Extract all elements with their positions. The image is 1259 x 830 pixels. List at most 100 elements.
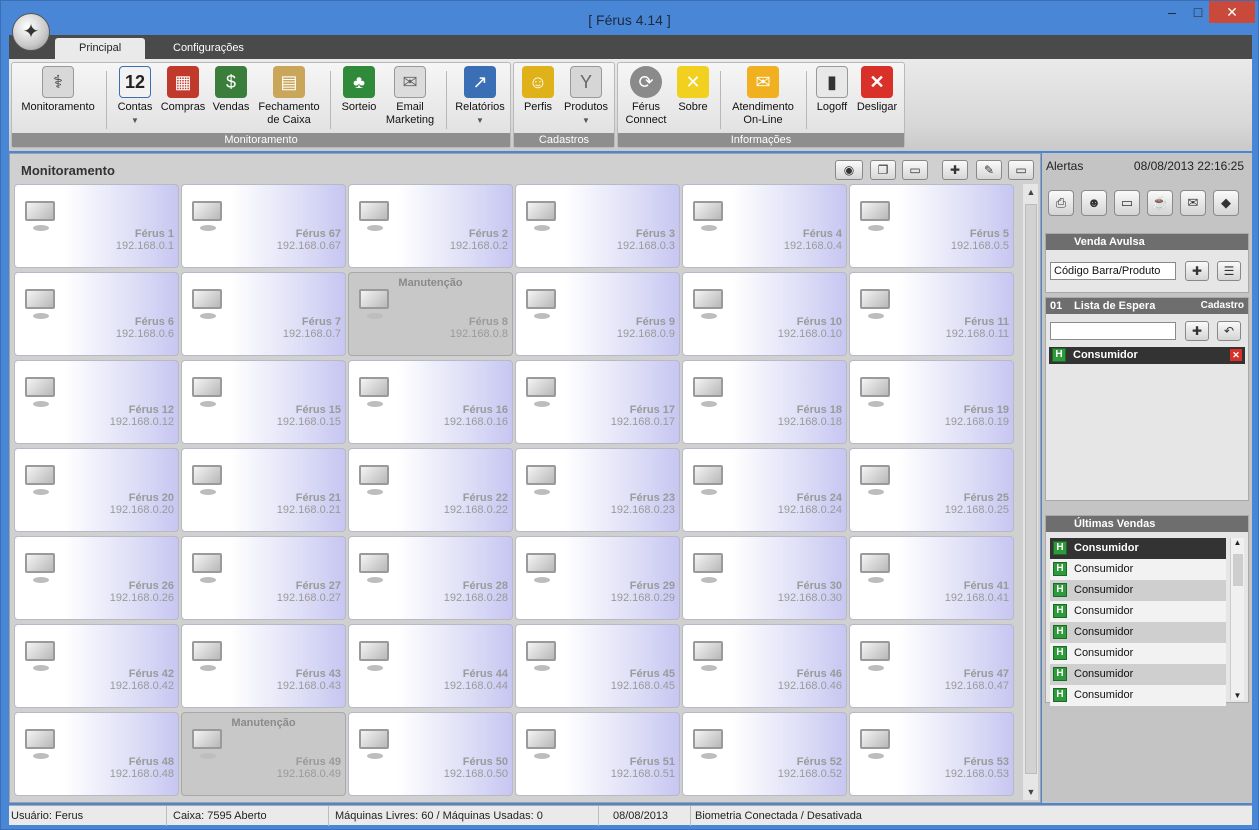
remove-machine-button[interactable]: ▭ — [1008, 160, 1034, 180]
machine-card[interactable]: Manutenção Férus 49 192.168.0.49 — [181, 712, 346, 796]
machine-card[interactable]: Férus 12 192.168.0.12 — [14, 360, 179, 444]
scroll-up-icon[interactable]: ▲ — [1231, 538, 1244, 547]
window-button[interactable]: ❐ — [870, 160, 896, 180]
machine-card[interactable]: Férus 10 192.168.0.10 — [682, 272, 847, 356]
vertical-scrollbar[interactable]: ▲ ▼ — [1022, 184, 1038, 800]
venda-row[interactable]: H Consumidor — [1050, 580, 1226, 601]
machine-card[interactable]: Férus 67 192.168.0.67 — [181, 184, 346, 268]
tab-configuracoes[interactable]: Configurações — [149, 38, 268, 59]
relatorios-button[interactable]: ↗ Relatórios ▼ — [452, 66, 508, 127]
machine-card[interactable]: Férus 26 192.168.0.26 — [14, 536, 179, 620]
venda-row[interactable]: H Consumidor — [1050, 664, 1226, 685]
ferus-connect-button[interactable]: ⟳ Férus Connect — [622, 66, 670, 127]
scroll-down-icon[interactable]: ▼ — [1231, 691, 1244, 700]
machine-card[interactable]: Férus 45 192.168.0.45 — [515, 624, 680, 708]
machine-card[interactable]: Férus 29 192.168.0.29 — [515, 536, 680, 620]
monitoramento-button[interactable]: ⚕ Monitoramento — [18, 66, 98, 114]
monitor-button[interactable]: ▭ — [902, 160, 928, 180]
machine-card[interactable]: Férus 7 192.168.0.7 — [181, 272, 346, 356]
produtos-button[interactable]: Y Produtos ▼ — [560, 66, 612, 127]
machine-card[interactable]: Férus 3 192.168.0.3 — [515, 184, 680, 268]
message-button[interactable]: ✉ — [1180, 190, 1206, 216]
contas-button[interactable]: 12 Contas ▼ — [112, 66, 158, 127]
machine-card[interactable]: Férus 46 192.168.0.46 — [682, 624, 847, 708]
cadastro-link[interactable]: Cadastro — [1201, 298, 1244, 314]
machine-card[interactable]: Férus 6 192.168.0.6 — [14, 272, 179, 356]
machine-card[interactable]: Férus 43 192.168.0.43 — [181, 624, 346, 708]
vendas-button[interactable]: $ Vendas — [208, 66, 254, 114]
machine-card[interactable]: Férus 44 192.168.0.44 — [348, 624, 513, 708]
lista-item[interactable]: H Consumidor ✕ — [1049, 347, 1245, 364]
machine-card[interactable]: Férus 50 192.168.0.50 — [348, 712, 513, 796]
machine-card[interactable]: Manutenção Férus 8 192.168.0.8 — [348, 272, 513, 356]
machine-card[interactable]: Férus 17 192.168.0.17 — [515, 360, 680, 444]
barcode-input[interactable]: Código Barra/Produto — [1050, 262, 1176, 280]
venda-row[interactable]: H Consumidor — [1050, 601, 1226, 622]
add-lista-button[interactable]: ✚ — [1185, 321, 1209, 341]
atendimento-online-button[interactable]: ✉ Atendimento On-Line — [726, 66, 800, 127]
tab-principal[interactable]: Principal — [55, 38, 146, 59]
machine-card[interactable]: Férus 51 192.168.0.51 — [515, 712, 680, 796]
machine-card[interactable]: Férus 5 192.168.0.5 — [849, 184, 1014, 268]
machine-card[interactable]: Férus 25 192.168.0.25 — [849, 448, 1014, 532]
desligar-button[interactable]: ✕ Desligar — [854, 66, 900, 114]
machine-card[interactable]: Férus 19 192.168.0.19 — [849, 360, 1014, 444]
sorteio-button[interactable]: ♣ Sorteio — [336, 66, 382, 114]
add-sale-button[interactable]: ✚ — [1185, 261, 1209, 281]
app-logo-icon[interactable]: ✦ — [12, 13, 50, 51]
logoff-button[interactable]: ▮ Logoff — [812, 66, 852, 114]
edit-machine-button[interactable]: ✎ — [976, 160, 1002, 180]
machine-card[interactable]: Férus 22 192.168.0.22 — [348, 448, 513, 532]
machine-card[interactable]: Férus 9 192.168.0.9 — [515, 272, 680, 356]
machine-card[interactable]: Férus 24 192.168.0.24 — [682, 448, 847, 532]
machine-card[interactable]: Férus 47 192.168.0.47 — [849, 624, 1014, 708]
list-sale-button[interactable]: ☰ — [1217, 261, 1241, 281]
warning-button[interactable]: ◆ — [1213, 190, 1239, 216]
venda-row[interactable]: H Consumidor — [1050, 622, 1226, 643]
compras-button[interactable]: ▦ Compras — [160, 66, 206, 114]
machine-card[interactable]: Férus 52 192.168.0.52 — [682, 712, 847, 796]
venda-row[interactable]: H Consumidor — [1050, 643, 1226, 664]
machine-card[interactable]: Férus 4 192.168.0.4 — [682, 184, 847, 268]
coffee-button[interactable]: ☕ — [1147, 190, 1173, 216]
add-machine-button[interactable]: ✚ — [942, 160, 968, 180]
machine-card[interactable]: Férus 53 192.168.0.53 — [849, 712, 1014, 796]
scroll-up-icon[interactable]: ▲ — [1025, 187, 1037, 197]
machine-card[interactable]: Férus 42 192.168.0.42 — [14, 624, 179, 708]
machine-card[interactable]: Férus 48 192.168.0.48 — [14, 712, 179, 796]
machine-card[interactable]: Férus 18 192.168.0.18 — [682, 360, 847, 444]
machine-card[interactable]: Férus 16 192.168.0.16 — [348, 360, 513, 444]
machine-card[interactable]: Férus 2 192.168.0.2 — [348, 184, 513, 268]
scroll-down-icon[interactable]: ▼ — [1025, 787, 1037, 797]
printer-button[interactable]: ⎙ — [1048, 190, 1074, 216]
scroll-thumb[interactable] — [1025, 204, 1037, 774]
machine-card[interactable]: Férus 23 192.168.0.23 — [515, 448, 680, 532]
venda-row[interactable]: H Consumidor — [1050, 538, 1226, 559]
machine-card[interactable]: Férus 15 192.168.0.15 — [181, 360, 346, 444]
fechamento-caixa-button[interactable]: ▤ Fechamento de Caixa — [256, 66, 322, 127]
email-marketing-button[interactable]: ✉ Email Marketing — [382, 66, 438, 127]
refresh-lista-button[interactable]: ↶ — [1217, 321, 1241, 341]
venda-row[interactable]: H Consumidor — [1050, 685, 1226, 706]
machine-card[interactable]: Férus 27 192.168.0.27 — [181, 536, 346, 620]
broadcast-button[interactable]: ◉ — [835, 160, 863, 180]
maximize-button[interactable]: □ — [1185, 1, 1211, 23]
monitor-alert-button[interactable]: ▭ — [1114, 190, 1140, 216]
machine-card[interactable]: Férus 1 192.168.0.1 — [14, 184, 179, 268]
user-button[interactable]: ☻ — [1081, 190, 1107, 216]
machine-card[interactable]: Férus 20 192.168.0.20 — [14, 448, 179, 532]
vendas-scrollbar[interactable]: ▲ ▼ — [1230, 538, 1244, 700]
machine-card[interactable]: Férus 41 192.168.0.41 — [849, 536, 1014, 620]
close-button[interactable]: ✕ — [1209, 1, 1255, 23]
venda-row[interactable]: H Consumidor — [1050, 559, 1226, 580]
minimize-button[interactable]: ‒ — [1159, 1, 1185, 23]
machine-card[interactable]: Férus 28 192.168.0.28 — [348, 536, 513, 620]
lista-input[interactable] — [1050, 322, 1176, 340]
machine-card[interactable]: Férus 11 192.168.0.11 — [849, 272, 1014, 356]
machine-card[interactable]: Férus 30 192.168.0.30 — [682, 536, 847, 620]
sobre-button[interactable]: ✕ Sobre — [672, 66, 714, 114]
perfis-button[interactable]: ☺ Perfis — [518, 66, 558, 114]
machine-card[interactable]: Férus 21 192.168.0.21 — [181, 448, 346, 532]
remove-icon[interactable]: ✕ — [1230, 349, 1242, 361]
vendas-scroll-thumb[interactable] — [1233, 554, 1243, 586]
